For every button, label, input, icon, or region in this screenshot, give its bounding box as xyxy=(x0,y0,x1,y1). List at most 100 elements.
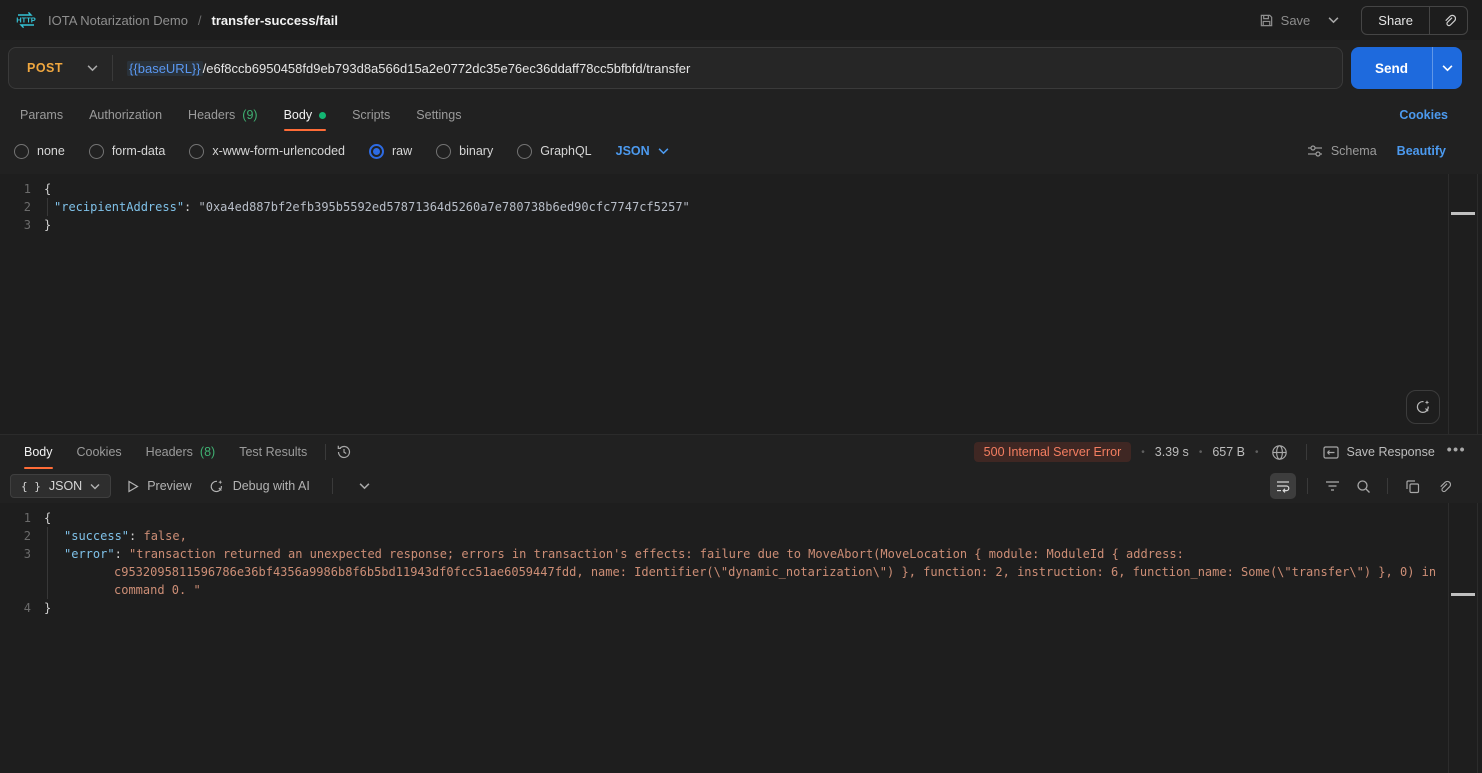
preview-button[interactable]: Preview xyxy=(127,479,191,493)
response-body-viewer[interactable]: 1 { 2 "success": false, 3 "error": "tran… xyxy=(0,503,1482,773)
link-button[interactable] xyxy=(1430,473,1456,499)
wrap-text-icon xyxy=(1275,479,1291,493)
breadcrumb-request-name[interactable]: transfer-success/fail xyxy=(212,13,338,28)
share-group: Share xyxy=(1361,6,1468,35)
tab-params[interactable]: Params xyxy=(20,96,63,134)
radio-graphql[interactable]: GraphQL xyxy=(517,144,591,159)
request-body-editor[interactable]: 1 { 2 "recipientAddress": "0xa4ed887bf2e… xyxy=(0,174,1482,434)
code-text: "recipientAddress": "0xa4ed887bf2efb395b… xyxy=(44,198,1482,216)
editor-scrollbar[interactable] xyxy=(1448,503,1478,773)
code-text: "success": false, xyxy=(44,527,1482,545)
ai-sparkle-icon xyxy=(1414,398,1432,416)
divider xyxy=(1307,478,1308,494)
save-options-chevron[interactable] xyxy=(1324,11,1343,29)
send-options-chevron[interactable] xyxy=(1432,47,1462,89)
tab-headers[interactable]: Headers (9) xyxy=(188,96,258,134)
copy-button[interactable] xyxy=(1399,473,1425,499)
response-history-button[interactable] xyxy=(332,440,356,464)
code-text: "error": "transaction returned an unexpe… xyxy=(44,545,1482,599)
dot-separator: • xyxy=(1255,447,1259,458)
tab-scripts[interactable]: Scripts xyxy=(352,96,390,134)
url-input[interactable]: {{baseURL}}/e6f8ccb6950458fd9eb793d8a566… xyxy=(113,61,704,76)
dot-separator: • xyxy=(1141,447,1145,458)
radio-circle-selected xyxy=(369,144,384,159)
share-button[interactable]: Share xyxy=(1362,7,1429,34)
search-button[interactable] xyxy=(1350,473,1376,499)
response-size: 657 B xyxy=(1212,445,1245,459)
scroll-marker xyxy=(1451,593,1475,596)
breadcrumb-separator: / xyxy=(198,13,202,28)
paperclip-icon xyxy=(1436,479,1451,494)
beautify-button[interactable]: Beautify xyxy=(1397,144,1446,158)
schema-toggle[interactable]: Schema xyxy=(1307,144,1377,158)
response-tab-test-results[interactable]: Test Results xyxy=(239,435,307,469)
divider xyxy=(325,444,326,460)
editor-scrollbar[interactable] xyxy=(1448,174,1478,434)
network-info-button[interactable] xyxy=(1269,442,1290,463)
line-number: 1 xyxy=(0,180,44,198)
radio-binary[interactable]: binary xyxy=(436,144,493,159)
radio-label: raw xyxy=(392,144,412,158)
tab-label: Settings xyxy=(416,108,461,122)
postbot-ai-button[interactable] xyxy=(1406,390,1440,424)
radio-circle xyxy=(189,144,204,159)
sliders-icon xyxy=(1307,144,1323,158)
filter-button[interactable] xyxy=(1319,473,1345,499)
history-clock-icon xyxy=(336,444,352,460)
svg-text:HTTP: HTTP xyxy=(16,16,36,25)
divider xyxy=(1306,444,1307,460)
tab-settings[interactable]: Settings xyxy=(416,96,461,134)
search-icon xyxy=(1356,479,1371,494)
url-container: POST {{baseURL}}/e6f8ccb6950458fd9eb793d… xyxy=(8,47,1343,89)
debug-with-ai-button[interactable]: Debug with AI xyxy=(208,478,310,495)
breadcrumb-collection[interactable]: IOTA Notarization Demo xyxy=(48,13,188,28)
tab-label: Cookies xyxy=(77,445,122,459)
cookies-link[interactable]: Cookies xyxy=(1399,108,1470,122)
radio-urlencoded[interactable]: x-www-form-urlencoded xyxy=(189,144,345,159)
tab-label: Body xyxy=(24,445,53,459)
toolbar-more-chevron[interactable] xyxy=(355,477,374,495)
body-format-actions: Schema Beautify xyxy=(1307,144,1468,158)
chevron-down-icon xyxy=(87,64,98,72)
response-format-selector[interactable]: { } JSON xyxy=(10,474,111,498)
indent-guide xyxy=(47,527,48,599)
radio-circle xyxy=(436,144,451,159)
more-actions-button[interactable]: ••• xyxy=(1445,441,1470,463)
response-header: Body Cookies Headers (8) Test Results 50… xyxy=(0,435,1482,469)
radio-label: x-www-form-urlencoded xyxy=(212,144,345,158)
headers-count: (8) xyxy=(200,445,215,459)
wrap-text-button[interactable] xyxy=(1270,473,1296,499)
language-selector[interactable]: JSON xyxy=(616,144,669,158)
copy-icon xyxy=(1405,479,1420,494)
code-line: 1 { xyxy=(0,180,1482,198)
url-path: /e6f8ccb6950458fd9eb793d8a566d15a2e0772d… xyxy=(203,61,691,76)
send-group: Send xyxy=(1351,47,1462,89)
tab-label: Body xyxy=(284,108,313,122)
send-button[interactable]: Send xyxy=(1351,47,1432,89)
chevron-down-icon xyxy=(658,147,669,155)
breadcrumb: HTTP IOTA Notarization Demo / transfer-s… xyxy=(14,8,338,32)
status-badge: 500 Internal Server Error xyxy=(974,442,1132,462)
tab-label: Headers xyxy=(188,108,235,122)
radio-form-data[interactable]: form-data xyxy=(89,144,166,159)
response-tab-cookies[interactable]: Cookies xyxy=(77,435,122,469)
response-toolbar: { } JSON Preview Debug with AI xyxy=(0,469,1482,503)
method-selector[interactable]: POST xyxy=(9,61,112,75)
top-actions: Save Share xyxy=(1253,6,1468,35)
response-tab-headers[interactable]: Headers (8) xyxy=(146,435,216,469)
save-response-button[interactable]: Save Response xyxy=(1323,445,1435,459)
radio-none[interactable]: none xyxy=(14,144,65,159)
base-url-variable[interactable]: {{baseURL}} xyxy=(127,61,203,76)
tab-body[interactable]: Body xyxy=(284,96,327,134)
braces-icon: { } xyxy=(21,480,41,493)
save-button[interactable]: Save xyxy=(1253,8,1317,33)
radio-raw[interactable]: raw xyxy=(369,144,412,159)
line-number: 1 xyxy=(0,509,44,527)
tab-authorization[interactable]: Authorization xyxy=(89,96,162,134)
preview-label: Preview xyxy=(147,479,191,493)
radio-label: form-data xyxy=(112,144,166,158)
chevron-down-icon xyxy=(90,483,100,490)
get-link-button[interactable] xyxy=(1430,7,1467,34)
response-tab-body[interactable]: Body xyxy=(24,435,53,469)
code-text: { xyxy=(44,509,1482,527)
